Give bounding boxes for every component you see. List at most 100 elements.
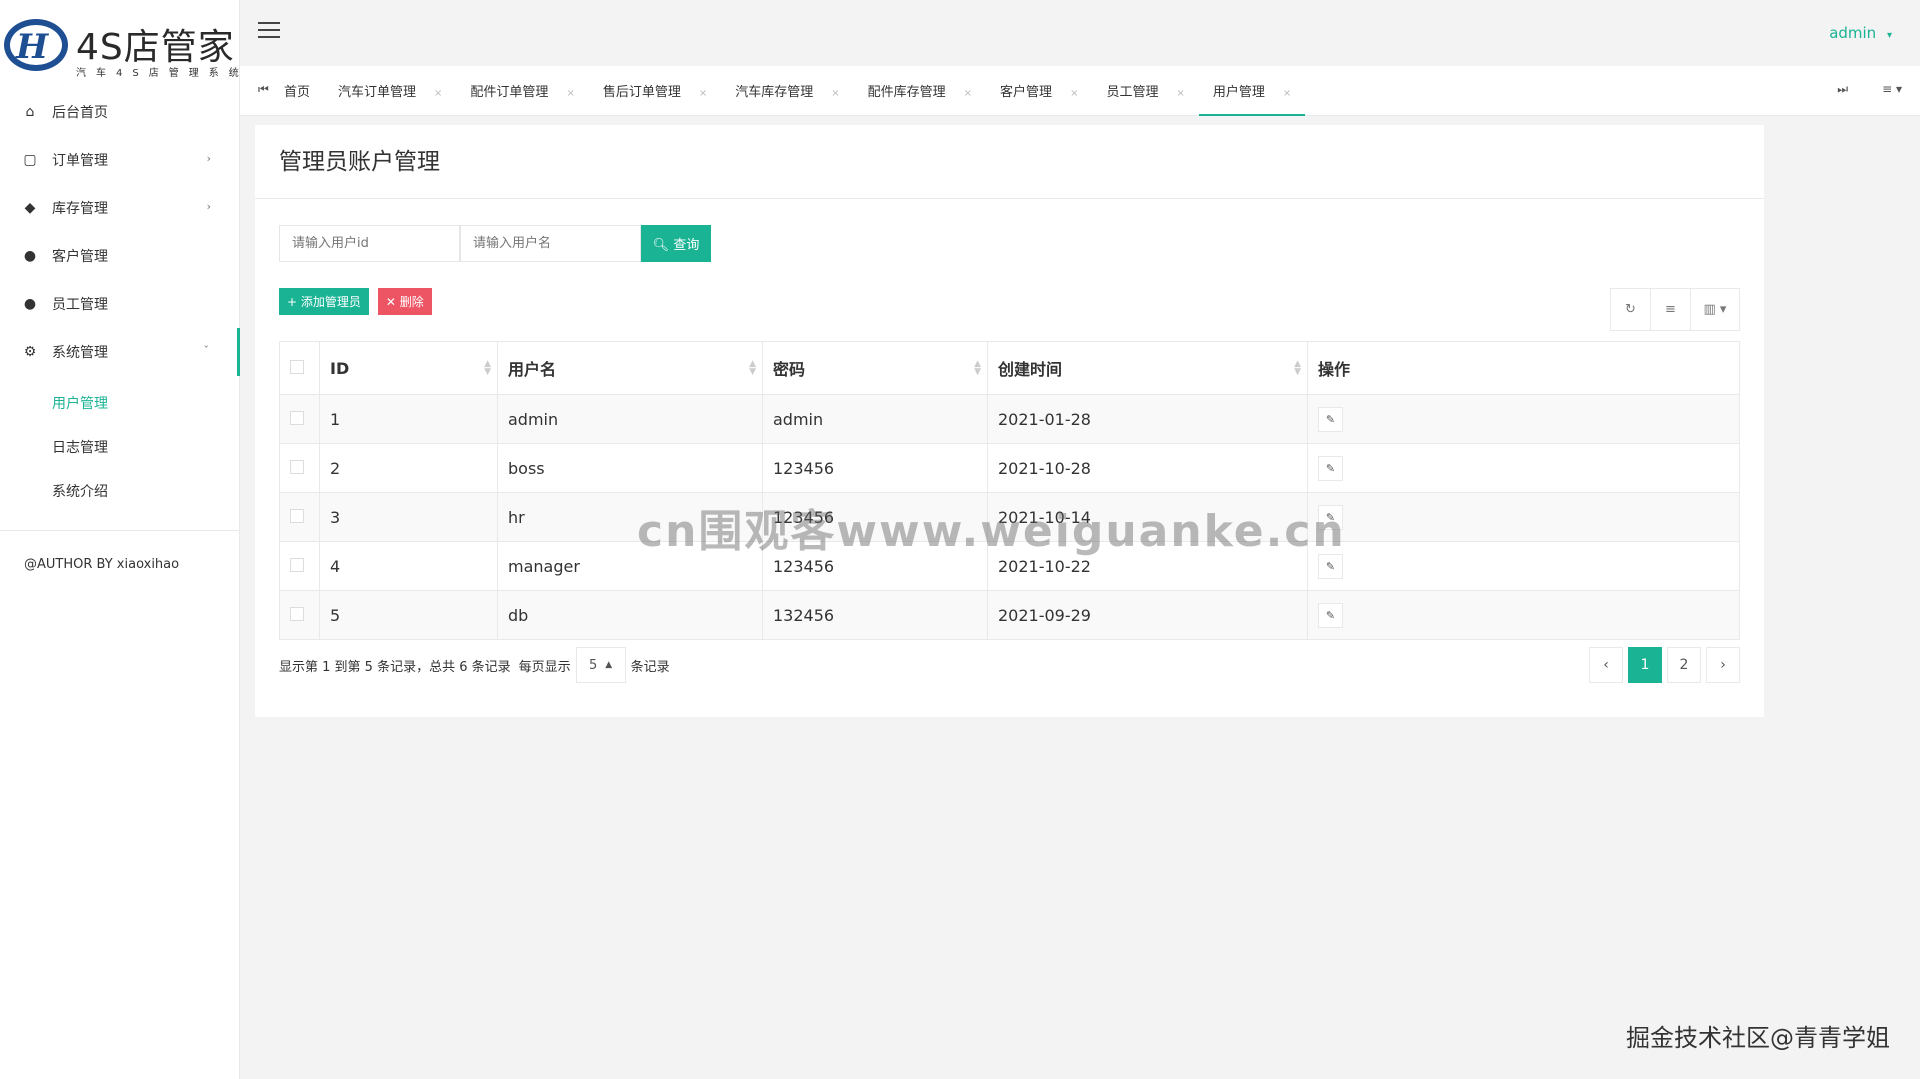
tab-label: 首页 xyxy=(284,85,311,100)
cell-id: 2 xyxy=(319,443,498,493)
tabs-options-icon[interactable]: ≡ ▾ xyxy=(1882,82,1902,96)
sidebar-item-inventory[interactable]: ◆ 库存管理 › xyxy=(0,184,239,232)
svg-text:H: H xyxy=(15,27,50,67)
row-select-cell xyxy=(279,443,320,493)
edit-icon[interactable]: ✎ xyxy=(1318,602,1343,628)
sidebar-subitem-users[interactable]: 用户管理 xyxy=(0,382,239,426)
logo-icon: H xyxy=(4,19,68,71)
sidebar-item-employees[interactable]: ● 员工管理 xyxy=(0,280,239,328)
tabs-scroll-right-icon[interactable]: ⏭ xyxy=(1837,82,1848,97)
sidebar-nav: ⌂ 后台首页 ▢ 订单管理 › ◆ 库存管理 › ● 客户管理 ● 员工管理 ⚙… xyxy=(0,88,240,376)
per-page-label: 每页显示 xyxy=(518,659,571,675)
home-icon: ⌂ xyxy=(25,104,35,120)
top-bar: admin ▾ xyxy=(240,0,1920,66)
plus-icon: + xyxy=(287,295,298,309)
delete-button[interactable]: ✕ 删除 xyxy=(377,288,432,315)
sidebar-subnav: 用户管理 日志管理 系统介绍 xyxy=(0,376,239,531)
refresh-icon[interactable]: ↻ xyxy=(1611,289,1651,330)
close-icon[interactable]: × xyxy=(434,88,442,99)
row-checkbox[interactable] xyxy=(290,410,304,425)
page-size-select[interactable]: 5 ▲ xyxy=(575,647,626,683)
sidebar-subitem-logs[interactable]: 日志管理 xyxy=(0,426,239,470)
tab-employees[interactable]: 员工管理 × xyxy=(1092,66,1198,116)
column-header-username[interactable]: 用户名 ▲ ▼ xyxy=(497,341,763,395)
column-header-password[interactable]: 密码 ▲ ▼ xyxy=(762,341,988,395)
edit-icon[interactable]: ✎ xyxy=(1318,406,1343,432)
tab-aftersales-orders[interactable]: 售后订单管理 × xyxy=(589,66,721,116)
footer-watermark: 掘金技术社区@青青学姐 xyxy=(1626,1024,1890,1052)
close-icon[interactable]: × xyxy=(566,88,574,99)
sort-icon: ▲ ▼ xyxy=(974,359,981,377)
sidebar-item-label: 客户管理 xyxy=(52,249,108,265)
column-header-label: 用户名 xyxy=(508,360,557,379)
cell-username: db xyxy=(497,590,763,640)
watermark: cn围观客www.weiguanke.cn xyxy=(637,506,1346,557)
sidebar-item-label: 订单管理 xyxy=(52,153,108,169)
sidebar-item-label: 库存管理 xyxy=(52,201,108,217)
add-admin-button[interactable]: + 添加管理员 xyxy=(279,288,369,315)
search-bar: 🔍︎ 查询 xyxy=(279,225,711,262)
search-button[interactable]: 🔍︎ 查询 xyxy=(641,225,711,262)
chevron-right-icon: › xyxy=(206,200,211,213)
cell-actions: ✎ xyxy=(1307,590,1740,640)
toggle-view-icon[interactable]: ≡ xyxy=(1651,289,1691,330)
table-header-row: ID ▲ ▼ 用户名 ▲ ▼ 密码 ▲ ▼ 创建时间 ▲ ▼ 操作 xyxy=(279,341,1740,395)
select-all-checkbox[interactable] xyxy=(290,359,304,374)
close-icon: ✕ xyxy=(385,295,396,309)
cell-password: 132456 xyxy=(762,590,988,640)
tab-label: 汽车订单管理 xyxy=(338,85,417,100)
user-menu[interactable]: admin ▾ xyxy=(1829,24,1892,42)
column-header-created[interactable]: 创建时间 ▲ ▼ xyxy=(987,341,1308,395)
row-checkbox[interactable] xyxy=(290,508,304,523)
table-row: 2 boss 123456 2021-10-28 ✎ xyxy=(279,443,1740,493)
user-icon: ● xyxy=(23,296,37,312)
sidebar-item-orders[interactable]: ▢ 订单管理 › xyxy=(0,136,239,184)
close-icon[interactable]: × xyxy=(699,88,707,99)
brand-logo[interactable]: H 4S店管家 汽车4S店管理系统 xyxy=(0,0,239,88)
sidebar-item-system[interactable]: ⚙ 系统管理 ˇ xyxy=(0,328,240,376)
tab-users[interactable]: 用户管理 × xyxy=(1198,66,1306,116)
next-page-button[interactable]: › xyxy=(1706,647,1740,683)
cell-id: 4 xyxy=(319,541,498,591)
row-checkbox[interactable] xyxy=(290,459,304,474)
close-icon[interactable]: × xyxy=(831,88,839,99)
username-input[interactable] xyxy=(460,225,641,262)
sidebar-subitem-about[interactable]: 系统介绍 xyxy=(0,470,239,514)
sidebar-item-label: 员工管理 xyxy=(52,297,108,313)
tab-customers[interactable]: 客户管理 × xyxy=(986,66,1092,116)
tab-label: 客户管理 xyxy=(1000,85,1053,100)
page-button[interactable]: 1 xyxy=(1628,647,1662,683)
row-select-cell xyxy=(279,394,320,444)
tab-home[interactable]: 首页 xyxy=(270,66,324,116)
edit-icon[interactable]: ✎ xyxy=(1318,455,1343,481)
tab-label: 配件库存管理 xyxy=(867,85,946,100)
prev-page-button[interactable]: ‹ xyxy=(1589,647,1623,683)
tab-parts-inventory[interactable]: 配件库存管理 × xyxy=(854,66,986,116)
close-icon[interactable]: × xyxy=(964,88,972,99)
row-checkbox[interactable] xyxy=(290,557,304,572)
row-checkbox[interactable] xyxy=(290,606,304,621)
close-icon[interactable]: × xyxy=(1283,88,1291,99)
user-name: admin xyxy=(1829,24,1877,42)
tab-parts-orders[interactable]: 配件订单管理 × xyxy=(456,66,588,116)
column-header-id[interactable]: ID ▲ ▼ xyxy=(319,341,498,395)
sidebar-item-customers[interactable]: ● 客户管理 xyxy=(0,232,239,280)
caret-up-icon: ▲ xyxy=(605,660,613,670)
columns-icon[interactable]: ▥ ▾ xyxy=(1691,289,1739,330)
clipboard-icon: ▢ xyxy=(23,152,37,168)
close-icon[interactable]: × xyxy=(1070,88,1078,99)
user-id-input[interactable] xyxy=(279,225,460,262)
row-select-cell xyxy=(279,590,320,640)
tabs-scroll-left-icon[interactable]: ⏮ xyxy=(258,82,269,97)
close-icon[interactable]: × xyxy=(1176,88,1184,99)
menu-toggle-icon[interactable] xyxy=(258,22,280,38)
sidebar-item-dashboard[interactable]: ⌂ 后台首页 xyxy=(0,88,239,136)
tab-car-orders[interactable]: 汽车订单管理 × xyxy=(324,66,456,116)
tab-car-inventory[interactable]: 汽车库存管理 × xyxy=(721,66,853,116)
table-row: 5 db 132456 2021-09-29 ✎ xyxy=(279,590,1740,640)
sort-icon: ▲ ▼ xyxy=(484,359,491,377)
author-credit: @AUTHOR BY xiaoxihao xyxy=(24,557,180,572)
tab-label: 配件订单管理 xyxy=(470,85,549,100)
cell-id: 1 xyxy=(319,394,498,444)
page-button[interactable]: 2 xyxy=(1667,647,1701,683)
